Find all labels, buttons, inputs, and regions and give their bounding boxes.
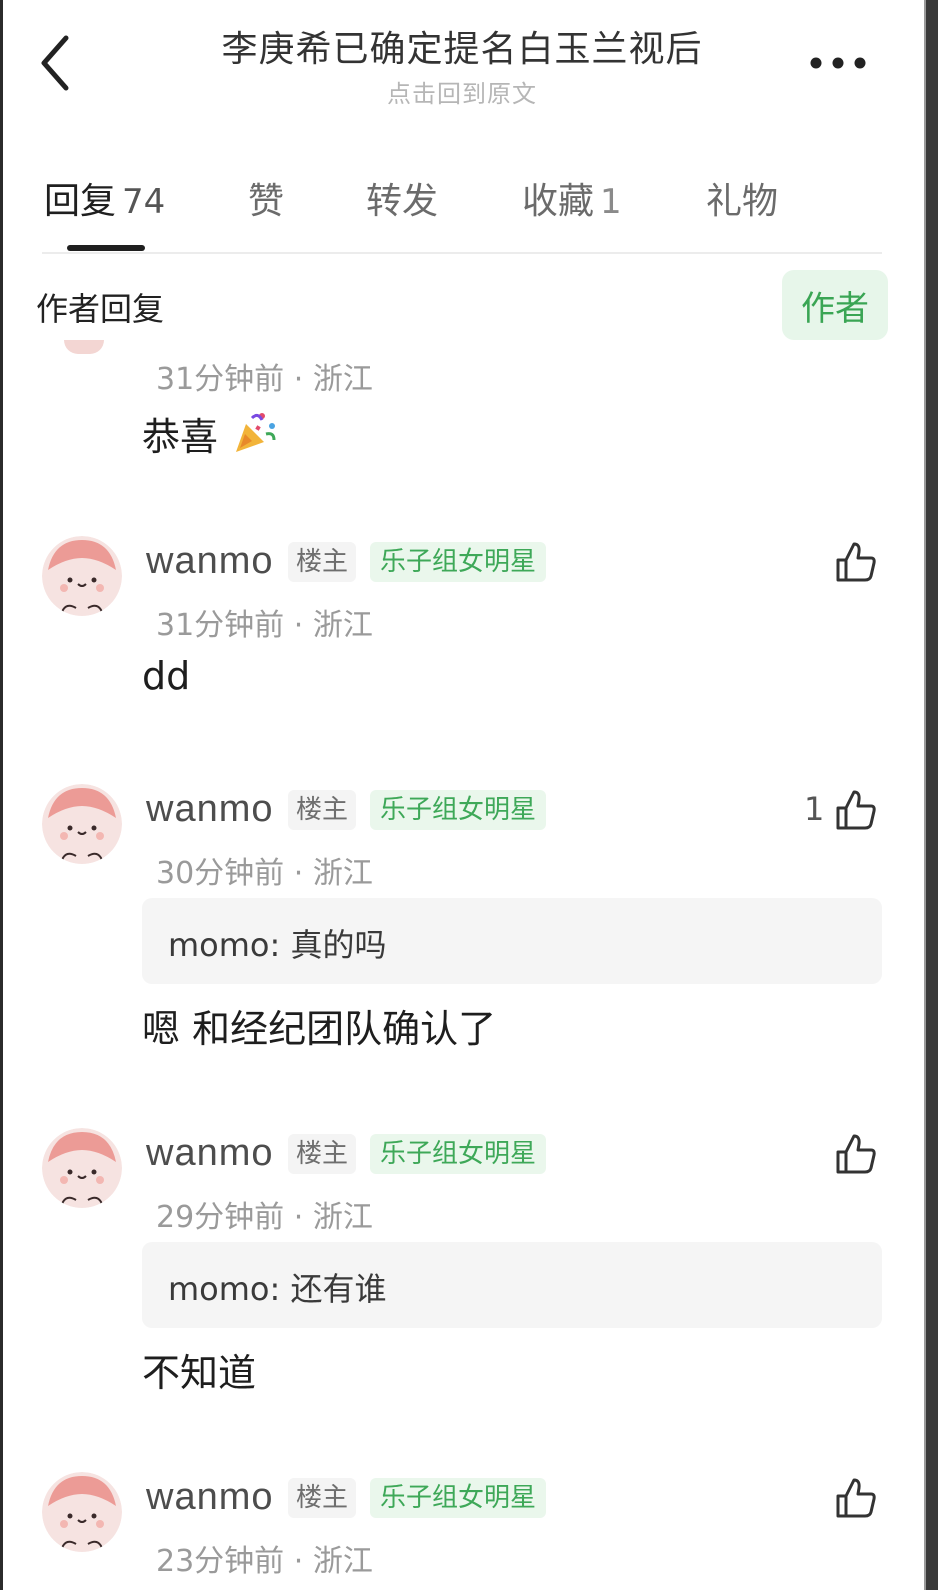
comment-item: 31分钟前 · 浙江 恭喜 — [0, 340, 924, 490]
tab-count: 74 — [122, 182, 166, 222]
comment-time: 31分钟前 — [156, 608, 285, 643]
quoted-reply[interactable]: momo: 还有谁 — [142, 1242, 882, 1328]
user-tag-badge: 乐子组女明星 — [370, 1478, 547, 1518]
meta-separator: · — [293, 1200, 304, 1235]
avatar[interactable] — [42, 1472, 122, 1552]
tab-label: 回复 — [44, 181, 117, 222]
username[interactable]: wanmo — [146, 540, 274, 583]
username[interactable]: wanmo — [146, 788, 274, 831]
post-title: 李庚希已确定提名白玉兰视后 — [221, 29, 703, 70]
comment-meta: 31分钟前 · 浙江 — [156, 600, 373, 644]
back-to-original-link[interactable]: 点击回到原文 — [0, 74, 924, 109]
comment-text: 不知道 — [142, 1351, 257, 1395]
comment-location: 浙江 — [312, 362, 373, 397]
like-count: 1 — [804, 790, 825, 828]
thumbs-up-icon — [836, 542, 876, 582]
comment-body: 恭喜 — [142, 415, 219, 459]
avatar[interactable] — [42, 1128, 122, 1208]
tab-count: 1 — [600, 182, 622, 222]
top-bar: 李庚希已确定提名白玉兰视后 点击回到原文 — [0, 0, 924, 130]
user-avatar-icon — [42, 1472, 122, 1552]
quoted-text: momo: 真的吗 — [168, 926, 387, 964]
comment-meta: 30分钟前 · 浙江 — [156, 848, 373, 892]
thumbs-up-icon — [836, 1134, 876, 1174]
frame-edge-right — [924, 0, 938, 1590]
user-avatar-icon — [42, 1128, 122, 1208]
user-tag-badge: 乐子组女明星 — [370, 790, 547, 830]
tab-bar: 回复 74 赞 转发 收藏 1 礼物 — [0, 160, 924, 260]
section-title: 作者回复 — [36, 290, 165, 328]
meta-separator: · — [293, 362, 304, 397]
comment-location: 浙江 — [312, 1200, 373, 1235]
user-tag-badge: 乐子组女明星 — [370, 542, 547, 582]
user-avatar-icon — [42, 536, 122, 616]
comment-location: 浙江 — [312, 1544, 373, 1579]
comment-meta: 23分钟前 · 浙江 — [156, 1536, 373, 1580]
username[interactable]: wanmo — [146, 1476, 274, 1519]
meta-separator: · — [293, 608, 304, 643]
comment-meta: 29分钟前 · 浙江 — [156, 1192, 373, 1236]
owner-badge: 楼主 — [288, 790, 357, 830]
like-button[interactable] — [834, 540, 878, 584]
tab-label: 收藏 — [522, 181, 595, 222]
comment-time: 30分钟前 — [156, 856, 285, 891]
comment-time: 29分钟前 — [156, 1200, 285, 1235]
tab-label: 赞 — [248, 181, 285, 222]
comment-item: wanmo 楼主 乐子组女明星 1 30分钟前 · 浙江 momo: 真的吗 嗯… — [0, 778, 924, 1078]
tab-reposts[interactable]: 转发 — [366, 172, 438, 224]
tab-likes[interactable]: 赞 — [248, 172, 284, 224]
owner-badge: 楼主 — [288, 1478, 357, 1518]
comment-location: 浙江 — [312, 608, 373, 643]
tab-label: 礼物 — [706, 181, 779, 222]
avatar[interactable] — [42, 536, 122, 616]
meta-separator: · — [293, 856, 304, 891]
avatar[interactable] — [42, 784, 122, 864]
comment-location: 浙江 — [312, 856, 373, 891]
thumbs-up-icon — [836, 790, 876, 830]
tab-gifts[interactable]: 礼物 — [706, 172, 778, 224]
comment-text: dd — [142, 654, 191, 698]
quoted-reply[interactable]: momo: 真的吗 — [142, 898, 882, 984]
comment-time: 23分钟前 — [156, 1544, 285, 1579]
divider — [42, 252, 882, 254]
active-tab-indicator — [67, 245, 145, 251]
comment-item: wanmo 楼主 乐子组女明星 23分钟前 · 浙江 — [0, 1466, 924, 1590]
comment-text: 嗯 和经纪团队确认了 — [142, 1007, 497, 1051]
comment-time: 31分钟前 — [156, 362, 285, 397]
party-popper-icon — [236, 413, 276, 452]
comment-meta: 31分钟前 · 浙江 — [156, 354, 373, 398]
tab-replies[interactable]: 回复 74 — [44, 172, 165, 224]
meta-separator: · — [293, 1544, 304, 1579]
like-button[interactable] — [834, 1476, 878, 1520]
author-filter-button[interactable]: 作者 — [782, 270, 888, 340]
quoted-text: momo: 还有谁 — [168, 1270, 387, 1308]
more-button[interactable] — [808, 52, 868, 74]
like-button[interactable] — [834, 788, 878, 832]
user-avatar-icon — [42, 784, 122, 864]
more-icon — [810, 57, 866, 69]
owner-badge: 楼主 — [288, 542, 357, 582]
username[interactable]: wanmo — [146, 1132, 274, 1175]
like-button[interactable] — [834, 1132, 878, 1176]
comment-text: 恭喜 — [142, 406, 278, 461]
user-tag-badge: 乐子组女明星 — [370, 1134, 547, 1174]
comment-item: wanmo 楼主 乐子组女明星 31分钟前 · 浙江 dd — [0, 530, 924, 740]
owner-badge: 楼主 — [288, 1134, 357, 1174]
thumbs-up-icon — [836, 1478, 876, 1518]
tab-label: 转发 — [366, 181, 439, 222]
tab-favorites[interactable]: 收藏 1 — [522, 172, 622, 224]
comment-item: wanmo 楼主 乐子组女明星 29分钟前 · 浙江 momo: 还有谁 不知道 — [0, 1122, 924, 1422]
avatar[interactable] — [64, 340, 104, 354]
